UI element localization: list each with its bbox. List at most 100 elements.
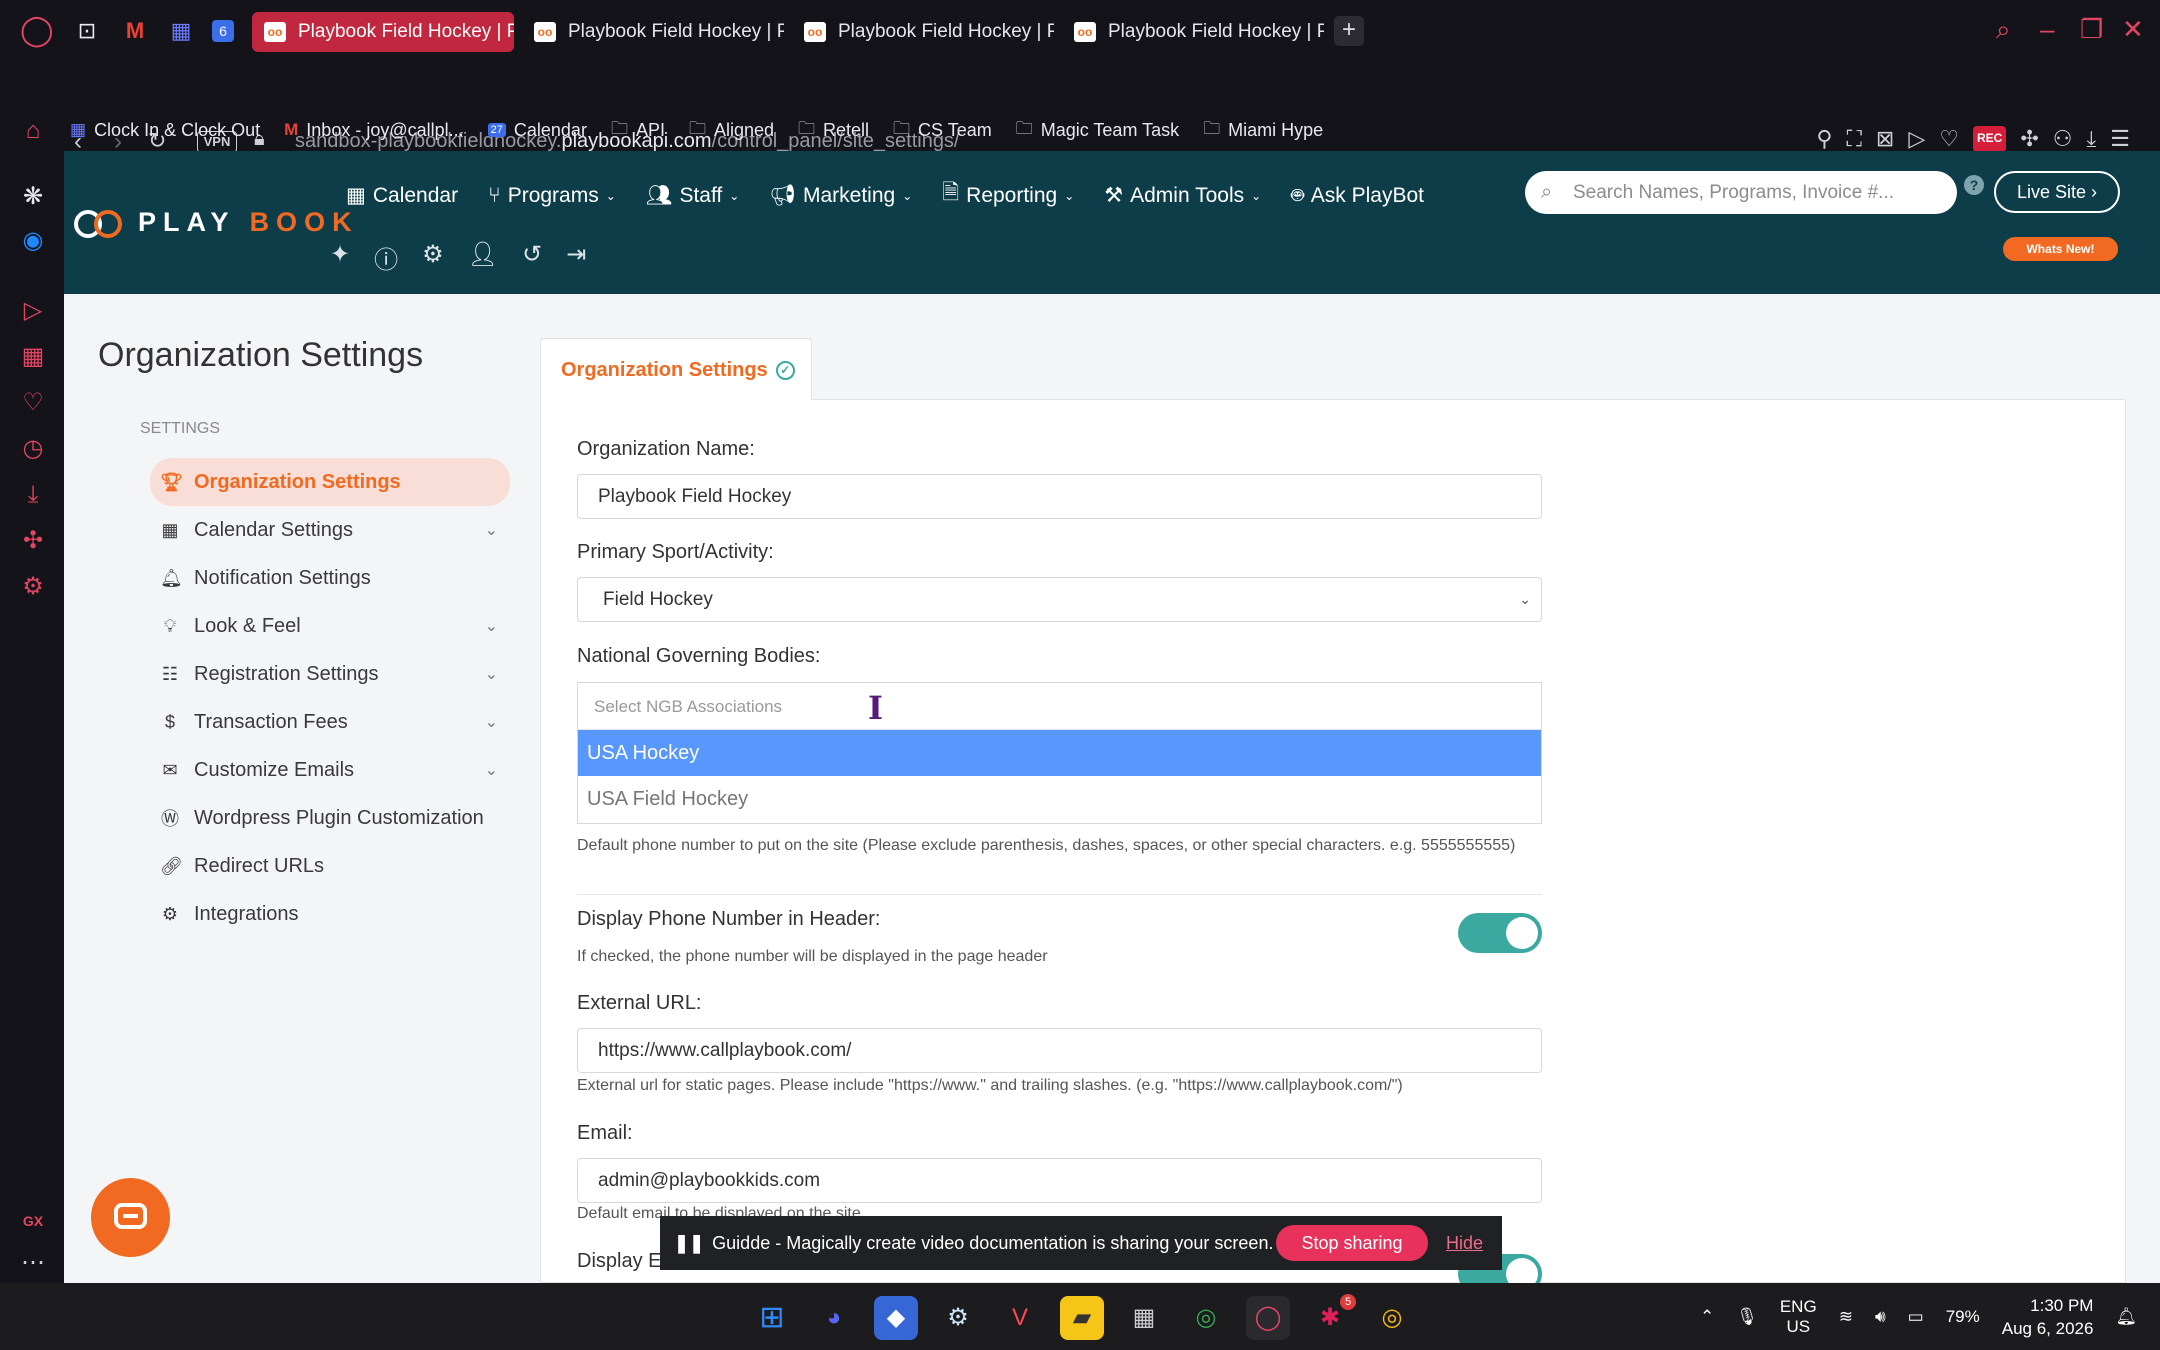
notification-bell-icon[interactable]: 🔔︎: [2115, 1307, 2137, 1327]
tab-2[interactable]: oo Playbook Field Hockey | Pl: [522, 12, 784, 52]
ngb-multiselect[interactable]: Select NGB Associations USA Hockey USA F…: [577, 682, 1542, 824]
sport-select[interactable]: Field Hockey ⌄: [577, 577, 1542, 622]
gx-label[interactable]: GX: [18, 1206, 48, 1236]
gamepad-icon[interactable]: ⊡: [72, 16, 102, 46]
tab-4[interactable]: oo Playbook Field Hockey | Pla: [1062, 12, 1324, 52]
stop-sharing-button[interactable]: Stop sharing: [1276, 1225, 1428, 1261]
profile-icon[interactable]: ⚇: [2053, 126, 2073, 152]
valorant-icon[interactable]: V: [998, 1296, 1042, 1340]
whats-new-badge[interactable]: Whats New!: [2003, 237, 2118, 261]
favorites-icon[interactable]: ♡: [18, 388, 48, 418]
clock-app-pinned-icon[interactable]: ▦: [166, 16, 196, 46]
gx-control-icon[interactable]: ⌂: [18, 116, 48, 146]
steam-icon[interactable]: ⚙: [936, 1296, 980, 1340]
heart-icon[interactable]: ♡: [1939, 126, 1959, 152]
sidebar-item-transaction-fees[interactable]: $ Transaction Fees ⌄: [150, 698, 510, 746]
calendar-pinned-icon[interactable]: 6: [212, 20, 234, 42]
sticky-notes-icon[interactable]: ▰: [1060, 1296, 1104, 1340]
magic-wand-icon[interactable]: ✦: [330, 240, 350, 275]
bookmark-retell[interactable]: 🗀︎ Retell: [798, 116, 869, 145]
chat-launcher-button[interactable]: [91, 1178, 170, 1257]
bookmark-calendar[interactable]: 27 Calendar: [487, 120, 587, 141]
nav-ask-playbot[interactable]: 🤖︎ Ask PlayBot: [1291, 178, 1424, 213]
rec-badge[interactable]: REC: [1973, 126, 2007, 152]
menu-icon[interactable]: ☰: [2110, 126, 2130, 152]
nav-staff[interactable]: 👥︎ Staff ⌄: [646, 178, 740, 213]
sidebar-item-organization-settings[interactable]: 🏆︎ Organization Settings: [150, 458, 510, 506]
sidebar-item-registration-settings[interactable]: ☷ Registration Settings ⌄: [150, 650, 510, 698]
bookmark-api[interactable]: 🗀︎ API: [611, 116, 665, 145]
adblock-icon[interactable]: ⊠: [1876, 126, 1894, 152]
search-tabs-icon[interactable]: ⌕: [1996, 14, 2011, 46]
global-search-input[interactable]: ⌕ Search Names, Programs, Invoice #...: [1525, 171, 1957, 214]
search-help-icon[interactable]: ?: [1964, 175, 1984, 195]
sidebar-item-customize-emails[interactable]: ✉ Customize Emails ⌄: [150, 746, 510, 794]
help-icon[interactable]: ⓘ: [374, 240, 398, 275]
pause-icon[interactable]: ❚❚: [674, 1233, 704, 1253]
bookmark-miami-hype[interactable]: 🗀︎ Miami Hype: [1203, 116, 1323, 145]
bookmark-magic-team-task[interactable]: 🗀︎ Magic Team Task: [1016, 116, 1179, 145]
windows-start-icon[interactable]: ⊞: [750, 1296, 794, 1340]
add-user-icon[interactable]: 👤︎: [468, 240, 498, 275]
display-phone-toggle[interactable]: [1458, 913, 1542, 953]
external-url-input[interactable]: https://www.callplaybook.com/: [577, 1028, 1542, 1073]
clock[interactable]: 1:30 PM Aug 6, 2026: [2002, 1294, 2094, 1340]
history-icon[interactable]: ↺: [522, 240, 542, 275]
settings-icon[interactable]: ⚙: [18, 572, 48, 602]
microphone-icon[interactable]: 🎙︎: [1736, 1307, 1758, 1327]
sidebar-item-integrations[interactable]: ⚙ Integrations: [150, 890, 510, 938]
player-icon[interactable]: ▷: [1908, 126, 1925, 152]
downloads-sidebar-icon[interactable]: ⤓: [18, 480, 48, 510]
messenger-icon[interactable]: ◉: [18, 226, 48, 256]
nav-admin-tools[interactable]: ⚒ Admin Tools ⌄: [1104, 178, 1261, 213]
more-icon[interactable]: ⋯: [18, 1248, 48, 1278]
email-input[interactable]: admin@playbookkids.com: [577, 1158, 1542, 1203]
nav-programs[interactable]: ⑂ Programs ⌄: [488, 178, 616, 213]
chevron-up-icon[interactable]: ⌃: [1700, 1307, 1714, 1327]
player-sidebar-icon[interactable]: ▷: [18, 296, 48, 326]
nav-reporting[interactable]: 🗎︎ Reporting ⌄: [942, 178, 1074, 213]
volume-icon[interactable]: 🔊︎: [1875, 1307, 1886, 1327]
sidebar-item-redirect-urls[interactable]: 🔗︎ Redirect URLs: [150, 842, 510, 890]
chatgpt-icon[interactable]: ❋: [18, 182, 48, 212]
ngb-search-input[interactable]: Select NGB Associations: [578, 683, 1541, 730]
new-tab-button[interactable]: +: [1334, 16, 1364, 46]
chrome-icon[interactable]: ◎: [1184, 1296, 1228, 1340]
settings-gear-icon[interactable]: ⚙: [422, 240, 444, 275]
tab-3[interactable]: oo Playbook Field Hockey | Pl: [792, 12, 1054, 52]
downloads-icon[interactable]: ⤓: [2087, 126, 2097, 152]
snapshot-icon[interactable]: ⛶: [1847, 126, 1862, 152]
restore-icon[interactable]: ❐: [2080, 14, 2103, 45]
live-site-button[interactable]: Live Site ›: [1994, 171, 2120, 213]
extensions-sidebar-icon[interactable]: ✣: [18, 526, 48, 556]
bookmark-inbox[interactable]: M Inbox - joy@callpl...: [284, 120, 464, 141]
nav-marketing[interactable]: 📢︎ Marketing ⌄: [769, 178, 912, 213]
calculator-icon[interactable]: ▦: [1122, 1296, 1166, 1340]
ngb-option-usa-hockey[interactable]: USA Hockey: [578, 730, 1541, 776]
battery-icon[interactable]: ▭: [1908, 1307, 1924, 1327]
ngb-option-usa-field-hockey[interactable]: USA Field Hockey: [578, 776, 1541, 822]
bookmark-clock-in[interactable]: ▦ Clock In & Clock Out: [70, 120, 260, 141]
wifi-icon[interactable]: ≋: [1839, 1307, 1853, 1327]
sidebar-item-look-and-feel[interactable]: 💡︎ Look & Feel ⌄: [150, 602, 510, 650]
gmail-pinned-icon[interactable]: M: [120, 16, 150, 46]
extensions-icon[interactable]: ✣: [2020, 126, 2038, 152]
nav-calendar[interactable]: ▦ Calendar: [346, 178, 458, 213]
discord-icon[interactable]: ◕: [812, 1296, 856, 1340]
tab-1[interactable]: oo Playbook Field Hockey | Pla: [252, 12, 514, 52]
sidebar-item-calendar-settings[interactable]: ▦ Calendar Settings ⌄: [150, 506, 510, 554]
pin-icon[interactable]: ⚲: [1816, 126, 1832, 152]
history-icon[interactable]: ◷: [18, 434, 48, 464]
language-indicator[interactable]: ENG US: [1780, 1297, 1817, 1337]
org-name-input[interactable]: Playbook Field Hockey: [577, 474, 1542, 519]
playbook-logo[interactable]: PLAY BOOK: [70, 200, 359, 244]
roblox-icon[interactable]: ◆: [874, 1296, 918, 1340]
bookmark-cs-team[interactable]: 🗀︎ CS Team: [893, 116, 992, 145]
opera-gx-logo-icon[interactable]: ◯: [20, 16, 54, 46]
tab-organization-settings[interactable]: Organization Settings ✓: [540, 338, 812, 400]
speed-dial-icon[interactable]: ▦: [18, 342, 48, 372]
bookmark-aligned[interactable]: 🗀︎ Aligned: [689, 116, 774, 145]
slack-icon[interactable]: ✱ 5: [1308, 1294, 1356, 1340]
chrome-profile-icon[interactable]: ◎: [1370, 1296, 1414, 1340]
minimize-icon[interactable]: –: [2040, 14, 2054, 45]
